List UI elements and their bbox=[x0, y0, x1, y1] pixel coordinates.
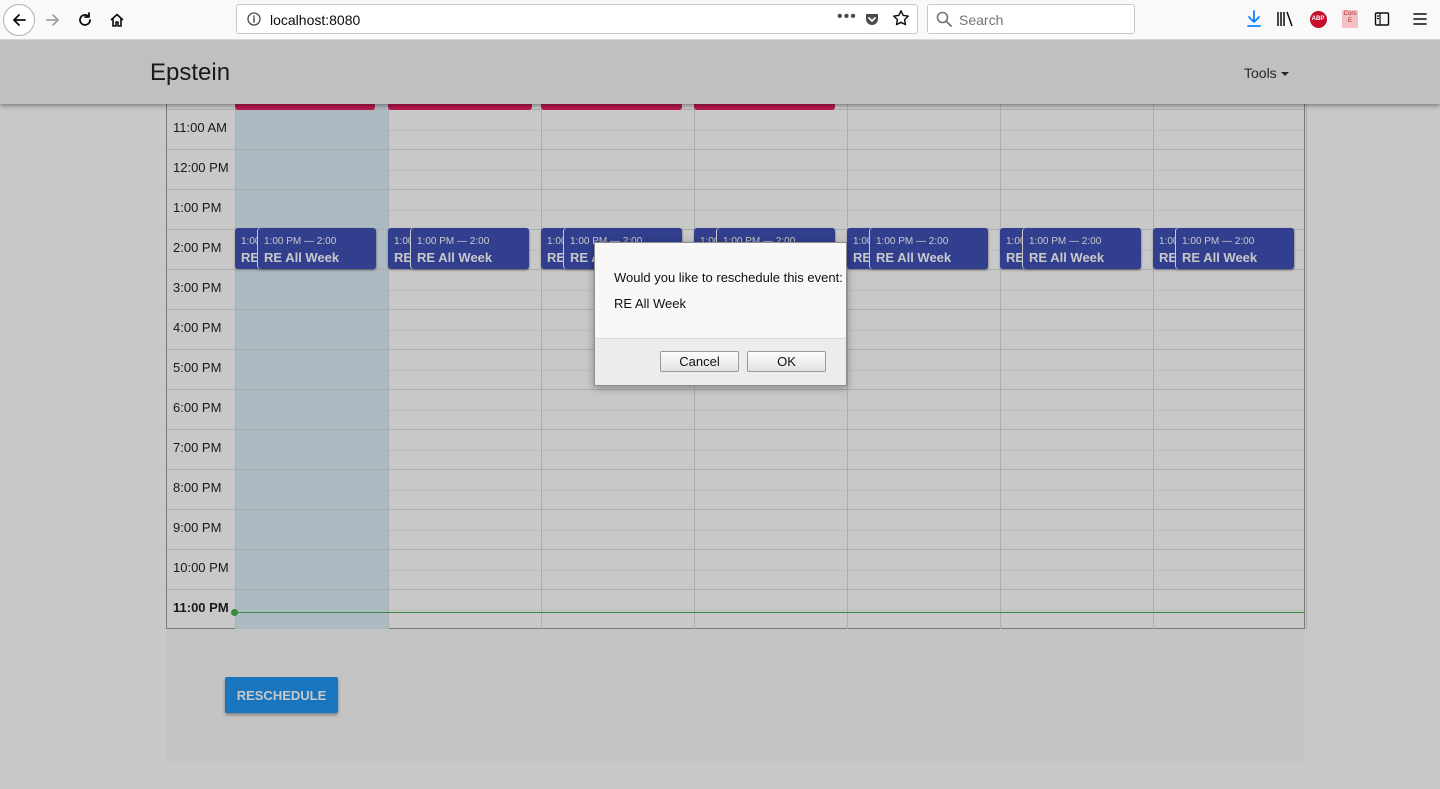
reload-icon bbox=[79, 12, 91, 26]
library-icon[interactable] bbox=[1276, 8, 1296, 30]
sidebar-toggle-icon[interactable] bbox=[1372, 8, 1392, 30]
search-bar[interactable]: Search bbox=[927, 4, 1135, 34]
home-icon bbox=[110, 13, 124, 27]
downloads-icon[interactable] bbox=[1244, 8, 1264, 30]
pocket-icon[interactable] bbox=[864, 11, 880, 32]
ok-button[interactable]: OK bbox=[747, 351, 826, 372]
back-arrow-icon bbox=[13, 14, 26, 26]
reload-button[interactable] bbox=[69, 4, 101, 36]
cors-label: Cors E bbox=[1342, 10, 1358, 28]
adblock-label: ABP bbox=[1309, 10, 1327, 28]
cancel-button[interactable]: Cancel bbox=[660, 351, 739, 372]
modal-overlay bbox=[0, 40, 1440, 789]
dialog-message: Would you like to reschedule this event: bbox=[614, 270, 843, 285]
dialog-footer: Cancel OK bbox=[595, 338, 846, 385]
forward-button[interactable] bbox=[37, 4, 69, 36]
forward-arrow-icon bbox=[46, 14, 59, 26]
url-bar[interactable]: localhost:8080 ••• bbox=[236, 4, 918, 34]
confirm-dialog: Would you like to reschedule this event:… bbox=[594, 242, 847, 386]
info-icon[interactable] bbox=[247, 12, 261, 31]
dialog-body: Would you like to reschedule this event:… bbox=[595, 243, 846, 338]
page-actions-icon[interactable]: ••• bbox=[837, 8, 857, 26]
hamburger-menu-icon[interactable] bbox=[1410, 8, 1430, 30]
url-text[interactable]: localhost:8080 bbox=[270, 12, 360, 28]
cors-extension-icon[interactable]: Cors E bbox=[1340, 8, 1360, 30]
adblock-plus-icon[interactable]: ABP bbox=[1308, 8, 1328, 30]
search-icon bbox=[936, 11, 952, 32]
back-button[interactable] bbox=[3, 4, 35, 36]
browser-toolbar: localhost:8080 ••• Search ABP Cors E bbox=[0, 0, 1440, 40]
bookmark-star-icon[interactable] bbox=[892, 9, 910, 32]
dialog-event-name: RE All Week bbox=[614, 296, 687, 311]
home-button[interactable] bbox=[101, 4, 133, 36]
search-placeholder[interactable]: Search bbox=[959, 12, 1003, 28]
